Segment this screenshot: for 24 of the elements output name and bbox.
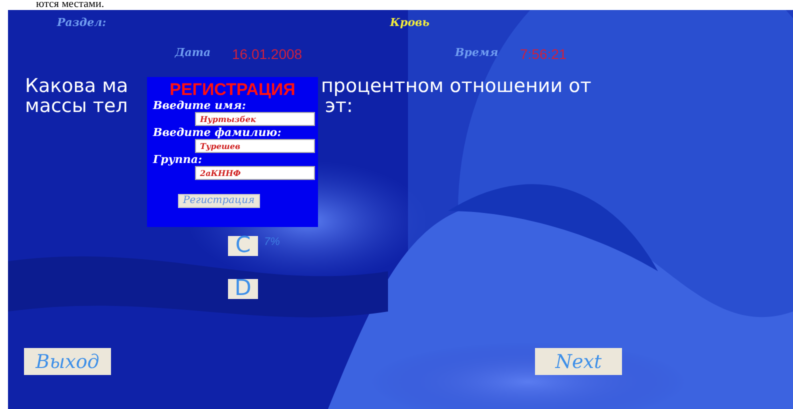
time-label: Время — [455, 46, 498, 59]
date-label: Дата — [175, 46, 211, 59]
input-field[interactable]: 2аКННФ — [195, 166, 315, 180]
answer-button[interactable]: C — [228, 236, 258, 256]
field-label: Группа: — [153, 153, 202, 166]
question-text: эт: — [325, 96, 353, 116]
question-text: процентном отношении от — [321, 76, 592, 96]
date-value: 16.01.2008 — [232, 46, 302, 62]
question-text: Какова ма — [25, 76, 128, 96]
input-field[interactable]: Турешев — [195, 139, 315, 153]
next-button[interactable]: Next — [535, 348, 622, 375]
exit-button[interactable]: Выход — [24, 348, 111, 375]
input-field[interactable]: Нуртызбек — [195, 112, 315, 126]
question-text: массы тел — [25, 96, 128, 116]
section-label: Раздел: — [57, 16, 106, 29]
field-label: Введите имя: — [153, 99, 246, 112]
time-value: 7:56:21 — [520, 46, 567, 62]
answer-button[interactable]: D — [228, 279, 258, 299]
field-label: Введите фамилию: — [153, 126, 282, 139]
section-value: Кровь — [390, 16, 430, 29]
dialog-title: РЕГИСТРАЦИЯ — [170, 80, 296, 99]
answer-percent: 7% — [264, 236, 280, 248]
document-text: ются местами. — [36, 0, 104, 10]
register-button[interactable]: Регистрация — [178, 194, 260, 208]
